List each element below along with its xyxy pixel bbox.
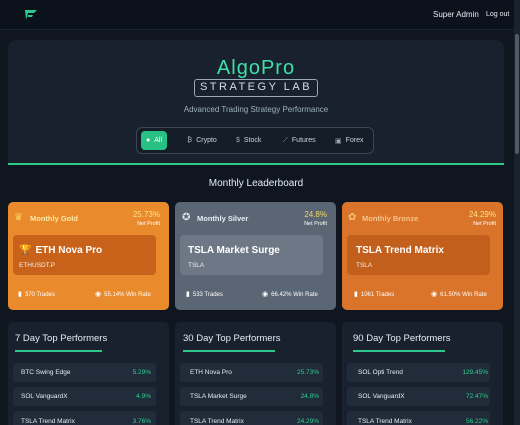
win-rate-text: 61.50% Win Rate [440, 292, 487, 298]
filter-label: Stock [243, 137, 262, 144]
filter-label: Forex [345, 137, 364, 144]
filter-label: All [154, 137, 163, 144]
trades-count: ▮ 370 Trades [18, 290, 55, 298]
logout-link[interactable]: Log out [486, 11, 509, 18]
trades-text: 1061 Trades [360, 292, 395, 298]
win-rate-text: 55.14% Win Rate [104, 292, 151, 298]
trades-text: 533 Trades [192, 292, 223, 298]
performers-title: 7 Day Top Performers [15, 333, 108, 344]
filter-stock-button[interactable]: $ Stock [231, 131, 266, 150]
dollar-icon: $ [236, 137, 240, 144]
performer-name: TSLA Trend Matrix [190, 418, 244, 425]
strategy-name: TSLA Trend Matrix [356, 245, 444, 256]
scrollbar-thumb[interactable] [515, 34, 519, 154]
target-icon: ◉ [262, 291, 269, 298]
chart-line-icon: ⟋ [283, 136, 288, 144]
net-profit-label: Net Profit [304, 221, 327, 227]
bar-chart-icon: ▮ [354, 291, 358, 298]
performer-value: 72.47% [465, 393, 488, 400]
net-profit-value: 25.73% [132, 210, 160, 219]
app-logo-icon[interactable] [24, 8, 38, 22]
performer-value: 5.29% [132, 369, 151, 376]
performer-name: TSLA Market Surge [190, 393, 247, 400]
performer-name: SOL VanguardX [21, 393, 68, 400]
filter-forex-button[interactable]: ▣ Forex [330, 131, 369, 150]
strategy-name: 🏆 ETH Nova Pro [19, 245, 102, 256]
performer-name: TSLA Trend Matrix [21, 418, 75, 425]
win-rate: ◉ 61.50% Win Rate [431, 290, 487, 298]
win-rate-text: 66.42% Win Rate [271, 292, 318, 298]
strategy-symbol: TSLA [188, 262, 205, 269]
target-icon: ◉ [95, 291, 102, 298]
performer-value: 4.9% [136, 393, 151, 400]
hero-subtitle: Advanced Trading Strategy Performance [183, 105, 329, 114]
performer-name: ETH Nova Pro [190, 369, 232, 376]
trades-count: ▮ 1061 Trades [354, 290, 394, 298]
medal-icon: ✪ [182, 212, 191, 223]
tier-label: Monthly Bronze [362, 214, 419, 223]
performer-name: TSLA Trend Matrix [358, 418, 412, 425]
performer-name: SOL VanguardX [358, 393, 405, 400]
crown-icon: ♛ [14, 212, 23, 223]
strategy-symbol: TSLA [356, 262, 373, 269]
trophy-icon: 🏆 [19, 245, 32, 256]
performer-value: 25.73% [296, 369, 319, 376]
filter-all-button[interactable]: ● All [141, 131, 168, 150]
performer-value: 129.45% [462, 369, 488, 376]
tier-label: Monthly Silver [197, 214, 249, 223]
bar-chart-icon: ▮ [18, 291, 22, 298]
performer-value: 24.8% [300, 393, 319, 400]
filter-label: Futures [291, 137, 316, 144]
exchange-icon: ▣ [335, 137, 342, 145]
award-icon: ✿ [348, 212, 357, 223]
filter-futures-button[interactable]: ⟋ Futures [278, 131, 321, 150]
strategy-name-text: ETH Nova Pro [35, 245, 103, 256]
bitcoin-icon: ₿ [187, 137, 193, 144]
title-underline [183, 350, 275, 352]
hero-accent-line [8, 163, 504, 165]
brand-logo-bottom: STRATEGY LAB [199, 81, 313, 93]
target-icon: ◉ [431, 291, 438, 298]
win-rate: ◉ 66.42% Win Rate [262, 290, 318, 298]
strategy-name: TSLA Market Surge [188, 245, 280, 256]
bar-chart-icon: ▮ [186, 291, 190, 298]
performers-title: 30 Day Top Performers [183, 333, 281, 344]
performer-value: 56.22% [465, 418, 488, 425]
grid-icon: ● [146, 137, 151, 144]
leaderboard-title: Monthly Leaderboard [208, 178, 304, 189]
performer-name: BTC Swing Edge [21, 369, 71, 376]
net-profit-label: Net Profit [473, 221, 496, 227]
tier-label: Monthly Gold [30, 214, 78, 223]
trades-text: 370 Trades [24, 292, 55, 298]
user-name: Super Admin [433, 10, 479, 19]
net-profit-value: 24.8% [304, 210, 327, 219]
win-rate: ◉ 55.14% Win Rate [95, 290, 151, 298]
performer-name: SOL Opti Trend [358, 369, 403, 376]
brand-logo-top: AlgoPro [216, 57, 296, 79]
net-profit-label: Net Profit [137, 221, 160, 227]
net-profit-value: 24.29% [468, 210, 496, 219]
trades-count: ▮ 533 Trades [186, 290, 223, 298]
filter-crypto-button[interactable]: ₿ Crypto [182, 131, 222, 150]
filter-label: Crypto [196, 137, 217, 144]
title-underline [15, 350, 102, 352]
performer-value: 3.76% [132, 418, 151, 425]
performers-title: 90 Day Top Performers [353, 333, 451, 344]
title-underline [353, 350, 445, 352]
performer-value: 24.29% [296, 418, 319, 425]
strategy-symbol: ETHUSDT.P [19, 262, 56, 269]
